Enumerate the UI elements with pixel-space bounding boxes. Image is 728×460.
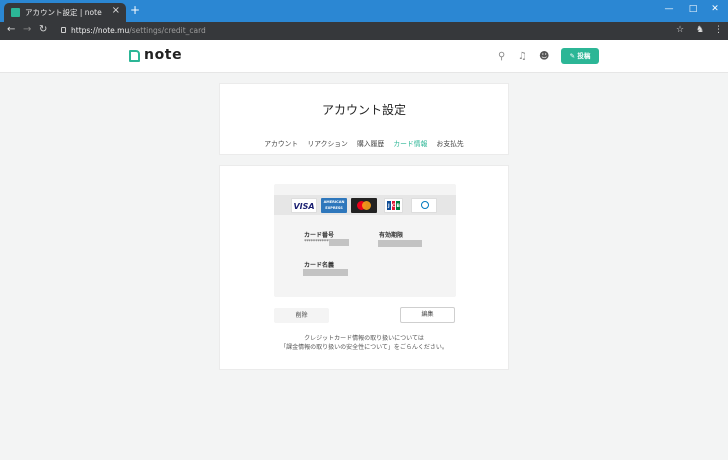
url-field[interactable]: https://note.mu/settings/credit_card bbox=[71, 26, 206, 35]
browser-titlebar: アカウント設定 | note × + — □ ✕ bbox=[0, 0, 728, 22]
settings-tabs: アカウント リアクション 購入履歴 カード情報 お支払先 bbox=[220, 138, 508, 148]
url-host: https://note.mu bbox=[71, 26, 130, 35]
expiry-label: 有効期限 bbox=[379, 232, 404, 239]
card-name-label: カード名義 bbox=[304, 262, 335, 269]
diners-logo-icon bbox=[411, 198, 437, 213]
credit-card-box: VISA AMERICAN EXPRESS JCB カード番号 ********… bbox=[274, 184, 456, 297]
back-icon[interactable]: ← bbox=[7, 24, 15, 35]
credit-card-panel: VISA AMERICAN EXPRESS JCB カード番号 ********… bbox=[219, 165, 509, 370]
menu-icon[interactable]: ⋮ bbox=[714, 25, 723, 35]
search-icon[interactable]: ⚲ bbox=[498, 51, 505, 62]
window-close-icon[interactable]: ✕ bbox=[704, 1, 726, 17]
new-tab-icon[interactable]: + bbox=[130, 3, 140, 17]
bell-icon[interactable]: ♫ bbox=[518, 51, 527, 62]
delete-button[interactable]: 削除 bbox=[274, 308, 329, 323]
tab-payee[interactable]: お支払先 bbox=[437, 140, 464, 148]
tab-account[interactable]: アカウント bbox=[264, 140, 298, 148]
card-number-value: ************ bbox=[304, 239, 331, 245]
url-path: /settings/credit_card bbox=[129, 26, 206, 35]
browser-tab[interactable]: アカウント設定 | note × bbox=[4, 3, 126, 22]
extension-icon[interactable]: ♞ bbox=[696, 25, 704, 35]
tab-close-icon[interactable]: × bbox=[112, 5, 120, 16]
site-header: note ⚲ ♫ ☻ ✎ 投稿 bbox=[0, 40, 728, 73]
page-title: アカウント設定 bbox=[321, 103, 406, 117]
address-bar: ← → ↻ https://note.mu/settings/credit_ca… bbox=[0, 22, 728, 40]
post-button[interactable]: ✎ 投稿 bbox=[561, 48, 599, 64]
settings-header-card: アカウント設定 アカウント リアクション 購入履歴 カード情報 お支払先 bbox=[219, 83, 509, 155]
card-notice-line2[interactable]: 「課金情報の取り扱いの安全性について」をごらんください。 bbox=[220, 343, 508, 352]
star-icon[interactable]: ☆ bbox=[676, 25, 684, 35]
note-logo-icon[interactable] bbox=[129, 50, 140, 62]
card-notice: クレジットカード情報の取り扱いについては 「課金情報の取り扱いの安全性について」… bbox=[220, 334, 508, 352]
tab-reaction[interactable]: リアクション bbox=[307, 140, 347, 148]
lock-icon bbox=[61, 27, 66, 33]
tab-card-info[interactable]: カード情報 bbox=[393, 140, 427, 148]
visa-logo-icon: VISA bbox=[291, 198, 317, 213]
avatar-icon[interactable]: ☻ bbox=[539, 51, 549, 62]
tab-title: アカウント設定 | note bbox=[25, 8, 102, 17]
amex-logo-icon: AMERICAN EXPRESS bbox=[321, 198, 347, 213]
reload-icon[interactable]: ↻ bbox=[39, 24, 47, 35]
card-brands-strip: VISA AMERICAN EXPRESS JCB bbox=[274, 195, 456, 215]
note-favicon-icon bbox=[11, 8, 20, 17]
expiry-mask bbox=[378, 240, 422, 247]
logo-text[interactable]: note bbox=[144, 47, 182, 63]
amex-logo-text: AMERICAN EXPRESS bbox=[323, 200, 345, 210]
card-number-label: カード番号 bbox=[304, 232, 335, 239]
jcb-logo-icon: JCB bbox=[384, 198, 403, 213]
maximize-icon[interactable]: □ bbox=[682, 1, 704, 17]
card-name-mask bbox=[303, 269, 348, 276]
tab-purchase-history[interactable]: 購入履歴 bbox=[357, 140, 384, 148]
edit-button[interactable]: 編集 bbox=[400, 307, 455, 323]
card-number-mask bbox=[329, 239, 349, 246]
minimize-icon[interactable]: — bbox=[658, 1, 680, 17]
mastercard-logo-icon bbox=[351, 198, 377, 213]
card-notice-line1: クレジットカード情報の取り扱いについては bbox=[304, 335, 424, 342]
forward-icon[interactable]: → bbox=[23, 24, 31, 35]
